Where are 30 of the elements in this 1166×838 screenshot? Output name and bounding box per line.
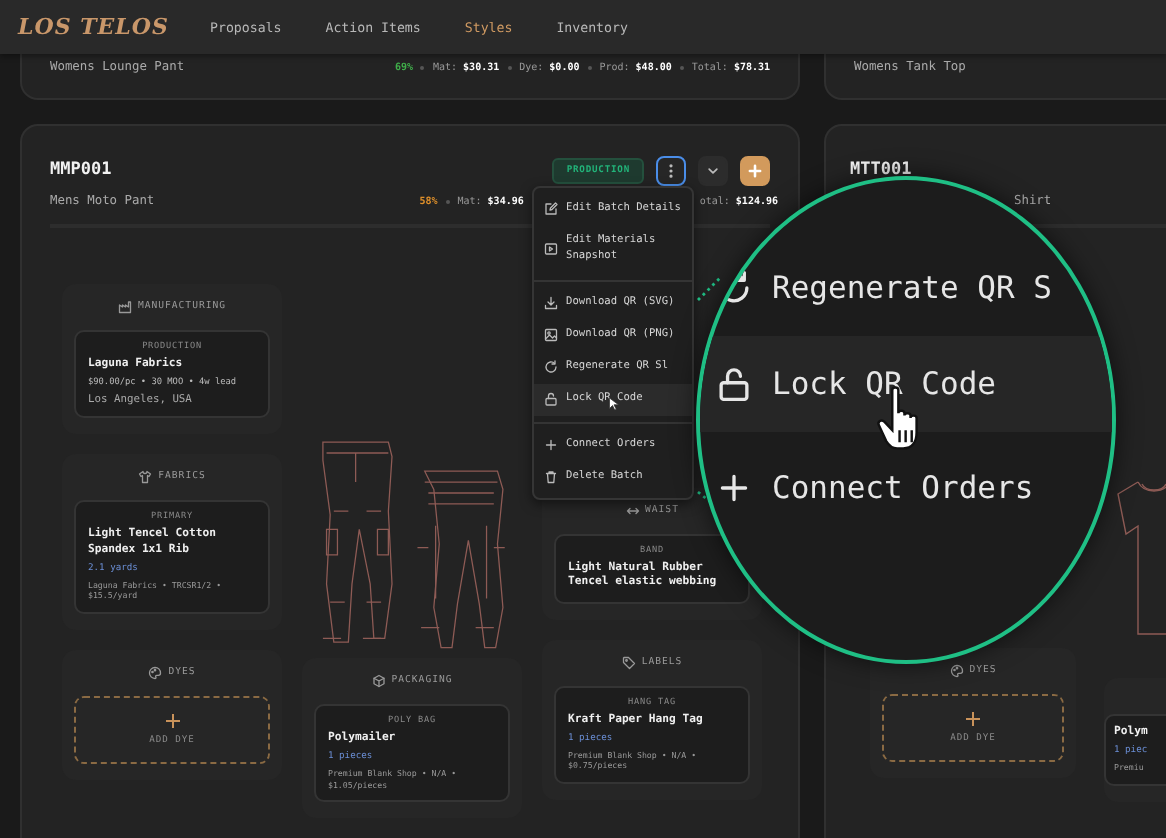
- tag-icon: [621, 655, 636, 670]
- arrows-icon: [625, 504, 640, 518]
- cursor-icon: [608, 395, 620, 412]
- download-icon: [544, 296, 558, 311]
- refresh-icon: [544, 360, 558, 375]
- plus-icon: [746, 161, 764, 179]
- brand-logo[interactable]: LOS TELOS: [18, 14, 166, 40]
- magnified-menu-text: Regenerate QR S: [772, 270, 1052, 306]
- more-button[interactable]: [656, 155, 686, 185]
- unlock-icon: [716, 366, 752, 402]
- plus-icon: [716, 470, 752, 506]
- pencil-icon: [544, 202, 558, 217]
- plus-icon: [544, 438, 558, 453]
- plus-icon: [966, 712, 980, 726]
- style-code: MMP001: [50, 160, 112, 180]
- leader-line: [697, 275, 723, 301]
- box-icon: [371, 674, 386, 688]
- play-frame-icon: [544, 242, 558, 257]
- factory-icon: [117, 300, 132, 314]
- shirt-icon: [138, 470, 153, 485]
- unlock-icon: [544, 392, 558, 407]
- expand-button[interactable]: [698, 155, 728, 185]
- palette-icon: [148, 665, 163, 680]
- add-button[interactable]: [740, 155, 770, 185]
- trash-icon: [544, 469, 558, 484]
- palette-icon: [949, 664, 964, 678]
- magnified-menu-text: Connect Orders: [772, 470, 1034, 506]
- style-code: MTT001: [850, 160, 912, 180]
- image-icon: [544, 328, 558, 343]
- magnified-menu-text: Lock QR Code: [772, 366, 996, 402]
